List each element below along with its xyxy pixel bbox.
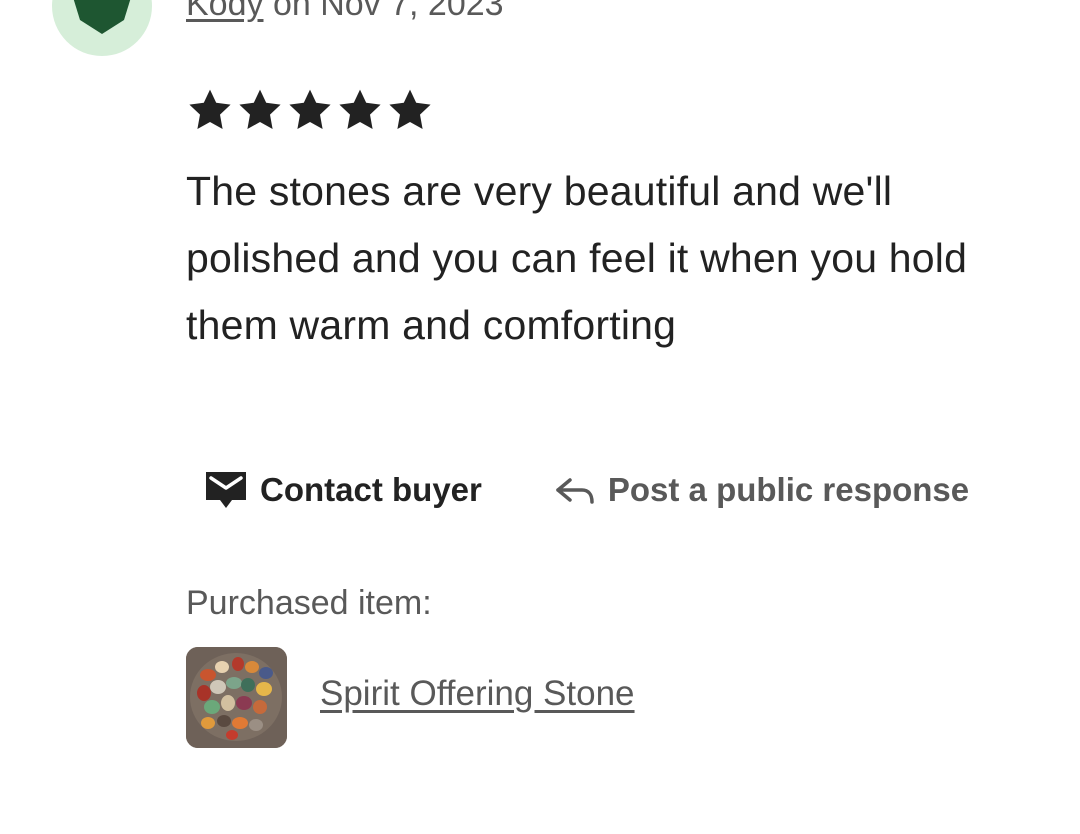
post-public-response-label: Post a public response bbox=[607, 471, 970, 508]
star-icon bbox=[389, 89, 431, 129]
stones-image bbox=[186, 647, 287, 748]
avatar-shape-icon bbox=[73, 0, 131, 34]
post-public-response-button[interactable]: Post a public response bbox=[554, 471, 969, 509]
star-icon bbox=[239, 89, 281, 129]
purchased-item-label: Purchased item: bbox=[186, 584, 432, 622]
review-byline: Kody on Nov 7, 2023 bbox=[186, 0, 504, 24]
review-text: The stones are very beautiful and we'll … bbox=[186, 168, 968, 348]
review-actions: Contact buyer Post a public response bbox=[204, 470, 969, 510]
star-icon bbox=[339, 89, 381, 129]
star-icon bbox=[189, 89, 231, 129]
reviewer-avatar bbox=[52, 0, 152, 56]
star-icon bbox=[289, 89, 331, 129]
byline-separator: on bbox=[263, 0, 321, 23]
contact-buyer-label: Contact buyer bbox=[260, 471, 482, 508]
contact-buyer-button[interactable]: Contact buyer bbox=[204, 470, 482, 510]
reviewer-name-link[interactable]: Kody bbox=[186, 0, 264, 23]
star-rating bbox=[186, 86, 434, 136]
purchased-item-thumbnail[interactable] bbox=[186, 647, 287, 748]
purchased-item-link[interactable]: Spirit Offering Stone bbox=[320, 674, 635, 714]
reply-arrow-icon bbox=[554, 472, 596, 508]
review-date: Nov 7, 2023 bbox=[320, 0, 504, 23]
mail-icon bbox=[204, 470, 248, 510]
